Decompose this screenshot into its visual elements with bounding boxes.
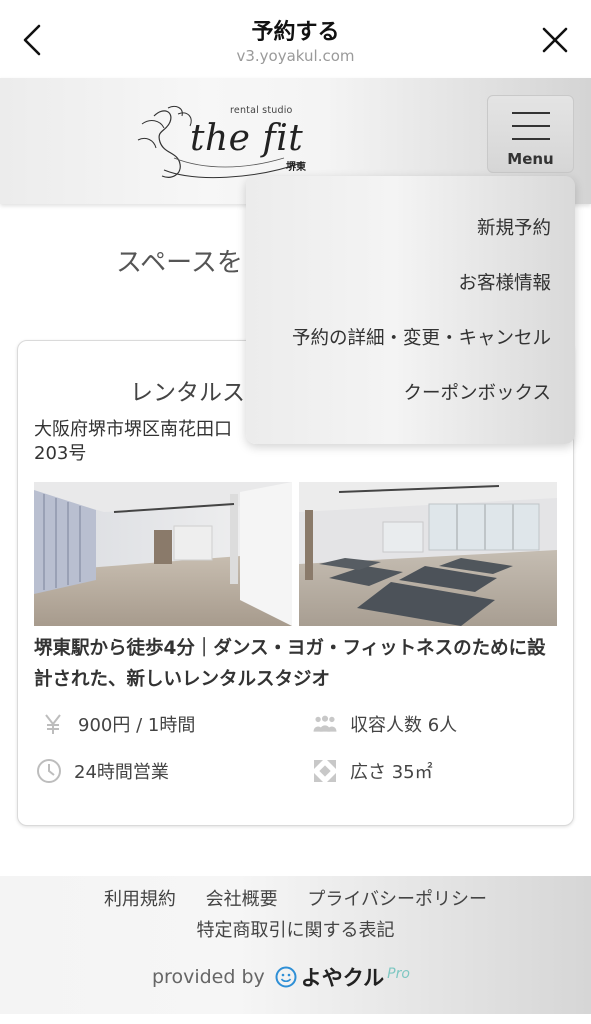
capacity-text: 収容人数 6人	[350, 715, 458, 736]
menu-item-coupon-box[interactable]: クーポンボックス	[404, 379, 551, 405]
address-line: 203号	[34, 443, 87, 464]
studio-photo-1[interactable]	[34, 482, 292, 626]
menu-item-reservation-details[interactable]: 予約の詳細・変更・キャンセル	[292, 324, 551, 350]
page-heading: スペースを	[116, 248, 243, 278]
bottom-strip	[0, 1014, 591, 1024]
yen-icon	[40, 711, 66, 737]
menu-item-customer-info[interactable]: お客様情報	[458, 269, 551, 295]
people-icon	[312, 711, 338, 737]
footer-link-company[interactable]: 会社概要	[206, 889, 278, 910]
footer-link-privacy[interactable]: プライバシーポリシー	[307, 889, 487, 910]
menu-label: Menu	[507, 150, 554, 168]
logo-name: the fit	[190, 118, 304, 159]
browser-topbar: 予約する v3.yoyakul.com	[0, 0, 591, 78]
area-info: 広さ 35㎡	[312, 758, 433, 784]
browser-url: v3.yoyakul.com	[236, 47, 355, 65]
menu-item-new-reservation[interactable]: 新規予約	[477, 214, 551, 240]
logo-tagline: rental studio	[230, 105, 293, 116]
footer-links: 利用規約 会社概要 プライバシーポリシー	[0, 885, 591, 911]
close-icon	[542, 27, 568, 53]
provided-by-text: provided by	[152, 966, 265, 988]
studio-photo-2[interactable]	[299, 482, 557, 626]
brand-suffix: Pro	[387, 966, 410, 982]
smiley-logo-icon	[275, 966, 297, 988]
yoyakul-brand[interactable]: よやクル Pro	[275, 962, 410, 992]
footer-link-tokushoho[interactable]: 特定商取引に関する表記	[0, 916, 591, 942]
capacity-info: 収容人数 6人	[312, 711, 457, 737]
area-text: 広さ 35㎡	[350, 762, 433, 783]
logo-branch: 堺東	[286, 162, 306, 173]
space-description: 堺東駅から徒歩4分｜ダンス・ヨガ・フィットネスのために設計された、新しいレンタル…	[34, 638, 546, 690]
address-line: 大阪府堺市堺区南花田口	[34, 419, 232, 440]
studio-logo[interactable]: rental studio the fit 堺東	[134, 100, 309, 186]
browser-title: 予約する	[251, 20, 340, 45]
space-name: レンタルス	[130, 380, 245, 406]
menu-dropdown: 新規予約 お客様情報 予約の詳細・変更・キャンセル クーポンボックス	[246, 176, 575, 444]
provided-by: provided by よやクル Pro	[152, 962, 410, 992]
hours-info: 24時間営業	[36, 758, 169, 784]
site-footer: 利用規約 会社概要 プライバシーポリシー 特定商取引に関する表記 provide…	[0, 876, 591, 1014]
price-info: 900円 / 1時間	[40, 711, 195, 737]
footer-link-terms[interactable]: 利用規約	[104, 889, 176, 910]
hamburger-icon	[512, 112, 550, 151]
brand-name: よやクル	[300, 966, 385, 990]
hours-text: 24時間営業	[74, 762, 169, 783]
clock-icon	[36, 758, 62, 784]
menu-button[interactable]: Menu	[487, 95, 574, 173]
close-button[interactable]	[539, 24, 571, 56]
price-text: 900円 / 1時間	[78, 715, 196, 736]
expand-arrows-icon	[312, 758, 338, 784]
